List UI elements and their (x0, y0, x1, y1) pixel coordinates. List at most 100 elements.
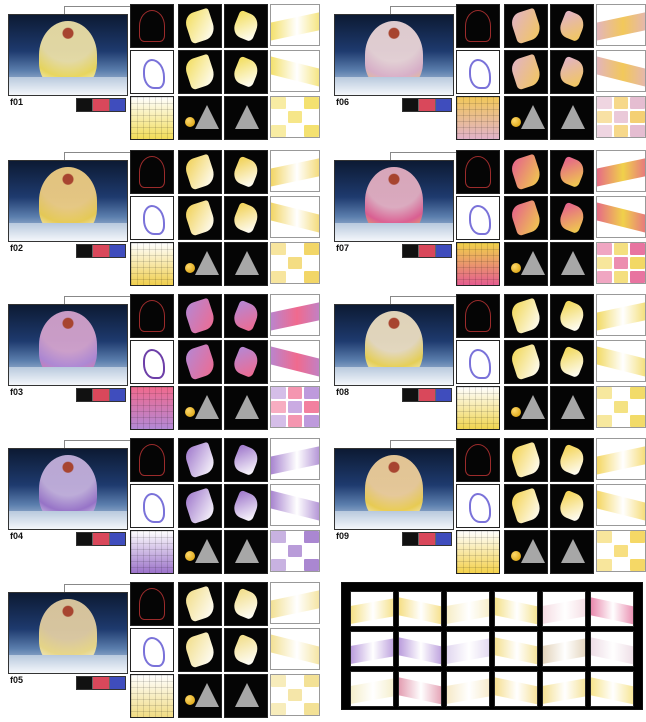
legend-swatch (403, 245, 420, 257)
thumbnail (456, 386, 500, 430)
thumbnail (178, 484, 222, 528)
thumbnail (224, 4, 268, 48)
palette-swatch (613, 531, 629, 543)
palette-swatch (271, 559, 286, 571)
palette-swatch (287, 545, 303, 557)
light-cone (195, 105, 219, 129)
thumbnail (550, 150, 594, 194)
thumbnail (504, 196, 548, 240)
thumbnail (550, 242, 594, 286)
palette-swatch (613, 401, 629, 413)
thumbnail (224, 96, 268, 140)
fabric-shape (509, 53, 543, 91)
palette-grid (270, 242, 320, 284)
surface-render (270, 294, 320, 336)
panel-label: f02 (10, 243, 24, 253)
mosaic-tile (494, 671, 538, 707)
fabric-shape (509, 343, 543, 381)
palette-swatch (597, 125, 612, 137)
outline-sketch (139, 300, 165, 332)
thumbnail (504, 340, 548, 384)
fabric-shape (556, 9, 588, 43)
palette-swatch (613, 243, 629, 255)
fabric-shape (509, 487, 543, 525)
mosaic-surface (591, 595, 633, 626)
fabric-shape (230, 345, 262, 379)
thumbnail (178, 530, 222, 574)
silhouette-outline (143, 493, 165, 523)
fabric-shape (183, 7, 217, 45)
mosaic-surface (495, 595, 537, 626)
mosaic-tile (350, 591, 394, 627)
palette-swatch (304, 111, 319, 123)
fabric-shape (230, 299, 262, 333)
figure-panel: f07 (330, 150, 646, 290)
mosaic-surface (543, 596, 585, 626)
thumbnail (178, 50, 222, 94)
palette-swatch (304, 387, 319, 399)
dancer-photo (334, 160, 454, 242)
legend-swatch (93, 533, 110, 545)
thumbnail (224, 386, 268, 430)
thumbnail (504, 96, 548, 140)
fabric-shape (230, 55, 262, 89)
light-cone (521, 539, 545, 563)
mosaic-tile (542, 671, 586, 707)
mosaic-tile (494, 591, 538, 627)
legend-swatch (435, 389, 451, 401)
palette-swatch (287, 559, 303, 571)
mosaic-surface (351, 676, 393, 706)
mosaic-surface (591, 675, 633, 706)
thumbnail (504, 294, 548, 338)
palette-swatch (304, 243, 319, 255)
stage-floor (9, 511, 127, 529)
fabric-shape (183, 631, 217, 669)
palette-swatch (630, 271, 645, 283)
surface-band (597, 201, 645, 235)
legend-swatch (435, 533, 451, 545)
surface-render (270, 582, 320, 624)
palette-swatch (597, 97, 612, 109)
palette-swatch (304, 97, 319, 109)
legend-swatch (419, 99, 436, 111)
thumbnail (456, 438, 500, 482)
dancer-photo (8, 14, 128, 96)
light-cone (235, 251, 259, 275)
palette-swatch (271, 689, 286, 701)
stage-floor (335, 223, 453, 241)
palette-swatch (304, 257, 319, 269)
light-cone (195, 251, 219, 275)
palette-grid (270, 674, 320, 716)
thumbnail (178, 4, 222, 48)
palette-swatch (630, 243, 645, 255)
palette-swatch (630, 401, 645, 413)
mosaic-tile (446, 631, 490, 667)
palette-swatch (597, 559, 612, 571)
fabric-shape (230, 9, 262, 43)
thumbnail (504, 242, 548, 286)
thumbnail (456, 242, 500, 286)
palette-swatch (287, 531, 303, 543)
palette-grid (596, 96, 646, 138)
palette-grid (270, 530, 320, 572)
thumbnail (456, 340, 500, 384)
mosaic-surface (543, 636, 585, 666)
sphere-marker (185, 117, 195, 127)
stage-floor (9, 367, 127, 385)
thumbnail (550, 196, 594, 240)
mosaic-tile (590, 671, 634, 707)
thumbnail (550, 4, 594, 48)
surface-band (271, 55, 319, 89)
palette-swatch (287, 243, 303, 255)
mosaic-tile (350, 671, 394, 707)
thumbnail (178, 242, 222, 286)
palette-swatch (271, 387, 286, 399)
palette-swatch (613, 125, 629, 137)
light-cone (195, 683, 219, 707)
silhouette-outline (143, 59, 165, 89)
mosaic-surface (543, 676, 585, 706)
thumbnail (550, 484, 594, 528)
palette-swatch (597, 415, 612, 427)
palette-swatch (271, 401, 286, 413)
thumbnail (504, 530, 548, 574)
